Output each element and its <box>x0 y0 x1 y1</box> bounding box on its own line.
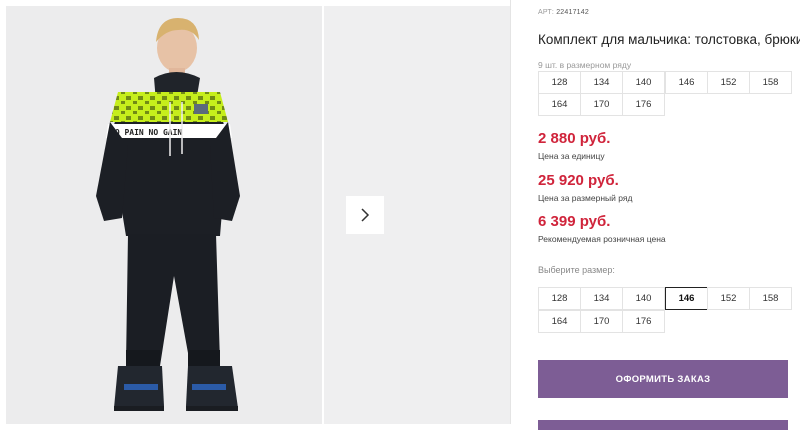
size-option[interactable]: 152 <box>707 287 750 310</box>
order-button[interactable]: ОФОРМИТЬ ЗАКАЗ <box>538 360 788 398</box>
price-size-row: 25 920 руб. <box>538 172 619 189</box>
size-row-cell: 128 <box>538 71 581 94</box>
price-size-row-label: Цена за размерный ряд <box>538 193 633 203</box>
price-retail: 6 399 руб. <box>538 213 611 230</box>
boy-tracksuit-illustration: NO PAIN NO GAIN <box>6 6 322 424</box>
size-row-note: 9 шт. в размерном ряду <box>538 60 632 70</box>
product-gallery: NO PAIN NO GAIN <box>0 0 510 424</box>
size-option[interactable]: 170 <box>580 310 623 333</box>
sku-label: АРТ: <box>538 9 555 16</box>
product-photo[interactable]: NO PAIN NO GAIN <box>6 6 322 424</box>
size-row-cell: 140 <box>622 71 665 94</box>
size-option[interactable]: 140 <box>622 287 665 310</box>
gallery-next-button[interactable] <box>346 196 384 234</box>
size-row-cell: 158 <box>749 71 792 94</box>
secondary-button[interactable] <box>538 420 788 430</box>
chevron-right-icon <box>361 208 370 222</box>
product-sku: АРТ: 22417142 <box>538 9 589 16</box>
size-row-cell: 152 <box>707 71 750 94</box>
price-unit-label: Цена за единицу <box>538 151 605 161</box>
size-row-cell: 176 <box>622 93 665 116</box>
size-row-cell: 170 <box>580 93 623 116</box>
sku-value: 22417142 <box>556 9 589 16</box>
product-title: Комплект для мальчика: толстовка, брюки <box>538 32 800 47</box>
hoodie-print: NO PAIN NO GAIN <box>110 128 182 137</box>
size-row-cell: 164 <box>538 93 581 116</box>
price-unit: 2 880 руб. <box>538 130 611 147</box>
size-row-cell: 134 <box>580 71 623 94</box>
size-option[interactable]: 128 <box>538 287 581 310</box>
size-row-cell: 146 <box>665 71 708 94</box>
size-option[interactable]: 158 <box>749 287 792 310</box>
size-option[interactable]: 176 <box>622 310 665 333</box>
size-option[interactable]: 134 <box>580 287 623 310</box>
product-info: АРТ: 22417142 Комплект для мальчика: тол… <box>538 0 800 430</box>
price-retail-label: Рекомендуемая розничная цена <box>538 234 666 244</box>
choose-size-label: Выберите размер: <box>538 265 615 275</box>
divider <box>510 0 511 424</box>
size-option[interactable]: 164 <box>538 310 581 333</box>
size-option-selected[interactable]: 146 <box>665 287 708 310</box>
